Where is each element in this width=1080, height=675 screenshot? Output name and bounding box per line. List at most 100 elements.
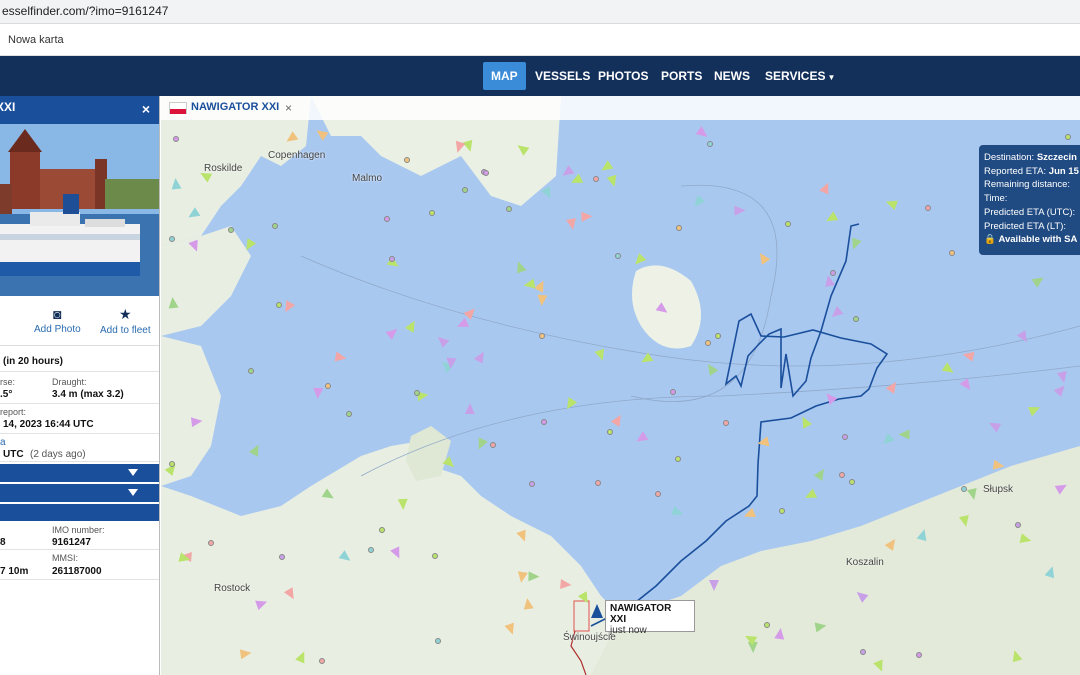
course-value: .5° (0, 389, 13, 400)
vessel-marker[interactable] (948, 250, 955, 257)
vessel-marker[interactable] (167, 296, 179, 309)
section-header-3 (0, 504, 159, 522)
vessel-marker[interactable] (528, 571, 540, 582)
collapse-section-1[interactable] (0, 464, 159, 483)
vessel-marker[interactable] (346, 410, 353, 417)
imo-row: 8 IMO number: 9161247 (0, 522, 159, 550)
vessel-marker[interactable] (924, 204, 931, 211)
close-icon[interactable]: × (285, 101, 292, 115)
map-tab-vessel-name[interactable]: NAWIGATOR XXI (191, 101, 279, 113)
add-photo-button[interactable]: ◙ Add Photo (34, 306, 81, 335)
vessel-marker[interactable] (734, 205, 746, 216)
vessel-marker[interactable] (536, 294, 548, 307)
vessel-marker[interactable] (169, 460, 176, 467)
vessel-marker[interactable] (1064, 133, 1071, 140)
draught-label: Draught: (52, 377, 87, 387)
vessel-marker[interactable] (898, 429, 910, 440)
vessel-marker[interactable] (859, 648, 866, 655)
vessel-marker[interactable] (675, 224, 682, 231)
position-row: a UTC (2 days ago) (0, 434, 159, 462)
nav-services[interactable]: SERVICES ▼ (757, 62, 843, 90)
position-time: UTC (3, 449, 24, 460)
caret-down-icon: ▼ (827, 73, 836, 82)
vessel-marker[interactable] (445, 357, 457, 370)
vessel-marker[interactable] (774, 627, 786, 640)
vessel-photo[interactable] (0, 124, 159, 296)
city-malmo: Malmo (352, 173, 383, 184)
vessel-marker[interactable] (516, 571, 529, 584)
course-label: rse: (0, 377, 16, 387)
nav-news[interactable]: NEWS (706, 62, 758, 90)
vessel-marker[interactable] (993, 460, 1006, 472)
vessel-marker[interactable] (207, 540, 214, 547)
year-value: 8 (0, 537, 6, 548)
bookmark-new-tab[interactable]: Nowa karta (8, 34, 64, 46)
time-label: Time: (984, 193, 1008, 205)
vessel-marker[interactable] (960, 485, 967, 492)
camera-icon: ◙ (53, 306, 62, 322)
vessel-marker[interactable] (853, 315, 860, 322)
vessel-marker[interactable] (541, 418, 548, 425)
vessel-marker[interactable] (325, 382, 331, 389)
address-bar[interactable]: esselfinder.com/?imo=9161247 (0, 0, 1080, 24)
vessel-marker[interactable] (592, 176, 599, 182)
sat-availability[interactable]: Available with SA (998, 234, 1077, 245)
vessel-marker[interactable] (398, 498, 409, 511)
vessel-marker[interactable] (838, 471, 845, 478)
nav-services-label: SERVICES (765, 69, 826, 83)
destination-value: Szczecin (1036, 152, 1077, 163)
vessel-marker[interactable] (312, 387, 324, 400)
vessel-marker[interactable] (168, 235, 175, 242)
nav-map[interactable]: MAP (483, 62, 526, 90)
vessel-marker[interactable] (248, 367, 255, 374)
add-to-fleet-button[interactable]: ★ Add to fleet (100, 306, 151, 336)
mmsi-row: 7 10m MMSI: 261187000 (0, 550, 159, 580)
collapse-section-2[interactable] (0, 484, 159, 503)
vessel-marker[interactable] (462, 186, 469, 193)
predicted-eta-utc-label: Predicted ETA (UTC): (984, 206, 1076, 218)
vessel-marker[interactable] (581, 210, 594, 222)
vessel-marker[interactable] (614, 252, 621, 259)
vessel-marker[interactable] (170, 177, 182, 190)
vessel-actions: ‹ ◙Add Photo ★Add to fleet (0, 296, 159, 346)
vessel-marker[interactable] (814, 620, 828, 632)
vessel-marker[interactable] (464, 403, 475, 415)
city-swinoujscie: Świnoujście (563, 632, 616, 643)
vessel-marker[interactable] (271, 222, 278, 229)
vessel-marker[interactable] (915, 652, 922, 659)
vessel-marker[interactable] (240, 647, 253, 659)
position-link[interactable]: a (0, 437, 6, 448)
vessel-marker[interactable] (275, 301, 282, 308)
vessel-marker[interactable] (849, 478, 855, 485)
vessel-marker[interactable] (538, 333, 545, 340)
vessel-marker[interactable] (560, 578, 572, 590)
vessel-marker[interactable] (190, 415, 204, 428)
vessel-marker[interactable] (227, 226, 234, 233)
vessel-marker[interactable] (756, 436, 770, 449)
nav-photos[interactable]: PHOTOS (590, 62, 656, 90)
vessel-marker[interactable] (675, 455, 682, 462)
close-icon[interactable]: × (142, 101, 150, 117)
vessel-marker[interactable] (414, 389, 421, 396)
report-label: report: (0, 407, 27, 417)
vessel-marker[interactable] (565, 218, 578, 231)
vessel-marker[interactable] (172, 135, 179, 142)
add-fleet-label: Add to fleet (100, 325, 151, 336)
draught-value: 3.4 m (max 3.2) (52, 389, 124, 400)
vessel-marker[interactable] (522, 597, 534, 610)
vessel-marker[interactable] (1014, 522, 1021, 529)
nav-ports[interactable]: PORTS (653, 62, 710, 90)
vessel-marker[interactable] (705, 339, 712, 346)
map-canvas[interactable] (161, 96, 1080, 675)
vessel-panel: XXI × ‹ ◙Add Photo ★Add to fleet (in 20 … (0, 96, 160, 675)
vessel-marker[interactable] (966, 487, 979, 501)
vessel-marker[interactable] (428, 210, 435, 217)
vessel-marker[interactable] (763, 622, 770, 629)
vessel-marker[interactable] (706, 141, 713, 148)
vessel-map-label[interactable]: NAWIGATOR XXI just now (605, 600, 695, 636)
vessel-marker[interactable] (278, 554, 285, 561)
imo-value: 9161247 (52, 537, 91, 548)
vessel-marker[interactable] (841, 433, 848, 440)
vessel-marker[interactable] (708, 579, 719, 591)
nav-vessels[interactable]: VESSELS (527, 62, 598, 90)
